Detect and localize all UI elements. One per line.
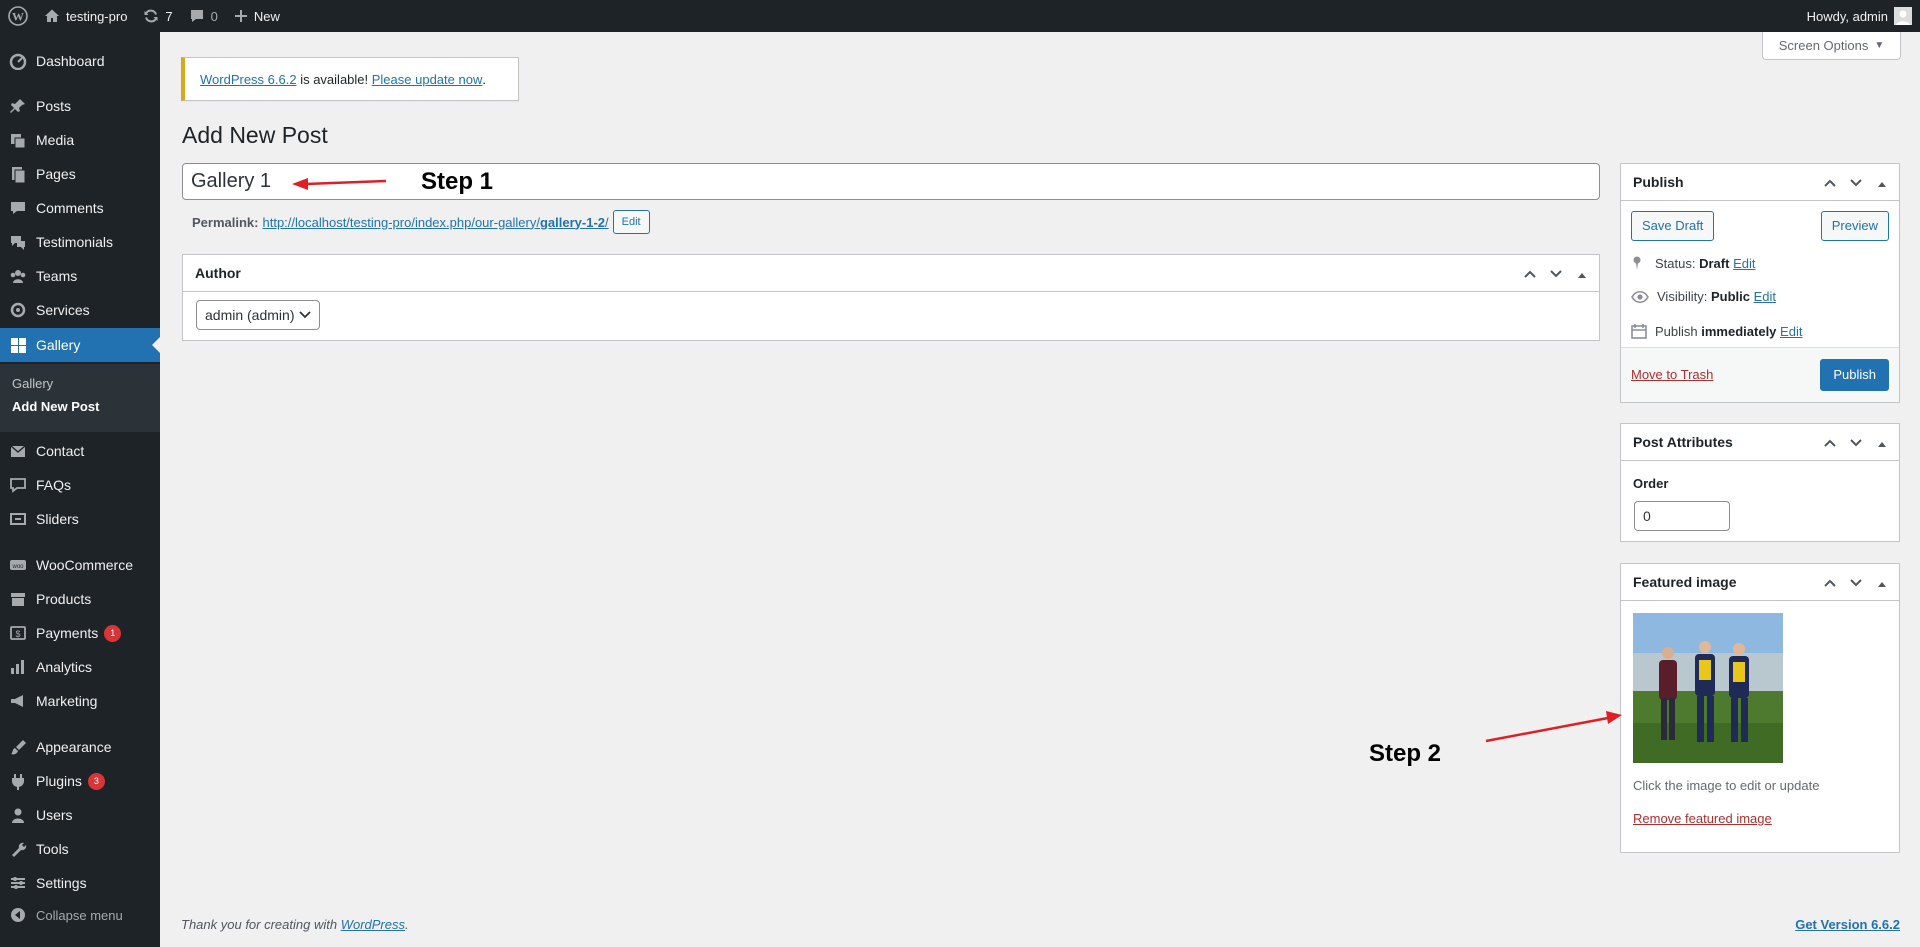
footer-thanks-suffix: . [405,917,409,932]
step1-label: Step 1 [421,168,494,195]
step2-arrow [1485,711,1622,743]
annotation-layer [292,178,1622,743]
step1-arrow [292,178,387,190]
get-version-link[interactable]: Get Version 6.6.2 [1795,917,1900,932]
footer-thanks: Thank you for creating with WordPress. [181,917,409,932]
footer-thanks-prefix: Thank you for creating with [181,917,341,932]
step2-label: Step 2 [1369,740,1442,767]
footer-wordpress-link[interactable]: WordPress [341,917,405,932]
